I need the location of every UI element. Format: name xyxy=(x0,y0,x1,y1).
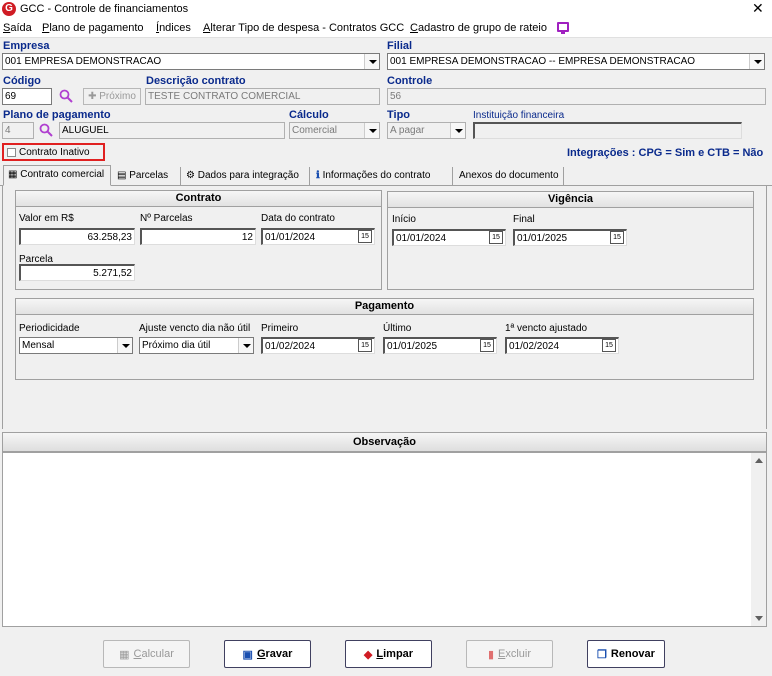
search-icon[interactable] xyxy=(59,89,73,103)
ajuste-label: Ajuste vencto dia não útil xyxy=(139,323,251,334)
observacao-textarea[interactable] xyxy=(2,452,767,627)
window-title: GCC - Controle de financiamentos xyxy=(20,3,189,15)
renovar-button[interactable]: ❐ Renovar xyxy=(587,640,665,668)
search-icon[interactable] xyxy=(39,123,53,137)
chevron-down-icon xyxy=(450,123,465,138)
parcela-input[interactable]: 5.271,52 xyxy=(19,264,135,281)
inativo-label: Contrato Inativo xyxy=(19,147,90,158)
tab-parcelas[interactable]: ▤ Parcelas xyxy=(113,167,181,186)
chevron-down-icon xyxy=(364,123,379,138)
calendar-icon[interactable]: 15 xyxy=(489,231,503,244)
trash-icon: ▮ xyxy=(487,648,495,661)
chevron-down-icon xyxy=(238,338,253,353)
empresa-select[interactable]: 001 EMPRESA DEMONSTRACAO xyxy=(2,53,380,70)
scroll-down-icon[interactable] xyxy=(755,616,763,621)
observacao-scrollbar[interactable] xyxy=(751,453,766,626)
instituicao-label: Instituição financeira xyxy=(473,110,565,121)
calcular-button[interactable]: ▦ Calcular xyxy=(103,640,190,668)
calculo-label: Cálculo xyxy=(289,109,329,121)
codigo-label: Código xyxy=(3,75,41,87)
descricao-label: Descrição contrato xyxy=(146,75,246,87)
contrato-title: Contrato xyxy=(16,191,381,207)
inativo-checkbox[interactable] xyxy=(7,148,16,157)
excluir-button[interactable]: ▮ Excluir xyxy=(466,640,553,668)
final-label: Final xyxy=(513,214,535,225)
gravar-button[interactable]: ▣ Gravar xyxy=(224,640,311,668)
valor-label: Valor em R$ xyxy=(19,213,74,224)
eraser-icon: ◆ xyxy=(363,648,373,661)
inicio-label: Início xyxy=(392,214,416,225)
monitor-icon[interactable] xyxy=(557,22,569,34)
app-logo-icon: G xyxy=(2,2,16,16)
close-icon[interactable]: ✕ xyxy=(752,0,764,16)
limpar-button[interactable]: ◆ Limpar xyxy=(345,640,432,668)
gear-icon: ⚙ xyxy=(186,170,195,181)
menu-alterar-tipo-despesa[interactable]: Alterar Tipo de despesa - Contratos GCC xyxy=(203,22,404,34)
proximo-button[interactable]: ✚ Próximo xyxy=(83,88,141,105)
instituicao-input[interactable] xyxy=(473,122,742,139)
filial-label: Filial xyxy=(387,40,413,52)
menu-saida[interactable]: Saída xyxy=(3,22,32,34)
primeiro-label: Primeiro xyxy=(261,323,299,334)
parcelas-label: Nº Parcelas xyxy=(140,213,193,224)
tab-contrato-comercial[interactable]: ▦ Contrato comercial xyxy=(3,165,111,186)
menu-plano-de-pagamento[interactable]: Plano de pagamento xyxy=(42,22,144,34)
document-icon: ▤ xyxy=(117,170,127,181)
observacao-title: Observação xyxy=(2,432,767,452)
plus-icon: ✚ xyxy=(88,91,100,102)
integracoes-status: Integrações : CPG = Sim e CTB = Não xyxy=(567,147,764,159)
chevron-down-icon xyxy=(364,54,379,69)
menu-indices[interactable]: Índices xyxy=(156,22,191,34)
scroll-up-icon[interactable] xyxy=(755,458,763,463)
data-contrato-label: Data do contrato xyxy=(261,213,335,224)
controle-label: Controle xyxy=(387,75,433,87)
chevron-down-icon xyxy=(749,54,764,69)
vigencia-title: Vigência xyxy=(388,192,753,208)
plano-name-input: ALUGUEL xyxy=(59,122,285,139)
vencto-ajustado-label: 1ª vencto ajustado xyxy=(505,323,588,334)
codigo-input[interactable]: 69 xyxy=(2,88,52,105)
descricao-input[interactable]: TESTE CONTRATO COMERCIAL xyxy=(145,88,380,105)
ajuste-select[interactable]: Próximo dia útil xyxy=(139,337,254,354)
calendar-icon[interactable]: 15 xyxy=(602,339,616,352)
ultimo-label: Último xyxy=(383,323,412,334)
menu-cadastro-grupo-rateio[interactable]: Cadastro de grupo de rateio xyxy=(410,22,547,34)
save-icon: ▣ xyxy=(242,648,253,661)
calendar-icon[interactable]: 15 xyxy=(358,230,372,243)
tab-anexos-documento[interactable]: Anexos do documento xyxy=(455,167,564,186)
calculator-icon: ▦ xyxy=(8,169,18,180)
pagamento-title: Pagamento xyxy=(16,299,753,315)
periodicidade-select[interactable]: Mensal xyxy=(19,337,133,354)
tab-informacoes-contrato[interactable]: ℹ Informações do contrato xyxy=(312,167,453,186)
periodicidade-label: Periodicidade xyxy=(19,323,80,334)
info-icon: ℹ xyxy=(316,170,320,181)
calendar-icon[interactable]: 15 xyxy=(480,339,494,352)
renew-icon: ❐ xyxy=(597,648,607,661)
tab-dados-integracao[interactable]: ⚙ Dados para integração xyxy=(182,167,310,186)
valor-input[interactable]: 63.258,23 xyxy=(19,228,135,245)
filial-select[interactable]: 001 EMPRESA DEMONSTRACAO -- EMPRESA DEMO… xyxy=(387,53,765,70)
tipo-label: Tipo xyxy=(387,109,411,121)
plano-code-input[interactable]: 4 xyxy=(2,122,34,139)
parcelas-input[interactable]: 12 xyxy=(140,228,256,245)
plano-label: Plano de pagamento xyxy=(3,109,111,121)
calendar-icon[interactable]: 15 xyxy=(358,339,372,352)
controle-input: 56 xyxy=(387,88,766,105)
calculo-select[interactable]: Comercial xyxy=(289,122,380,139)
empresa-label: Empresa xyxy=(3,40,50,52)
chevron-down-icon xyxy=(117,338,132,353)
calendar-icon[interactable]: 15 xyxy=(610,231,624,244)
calculator-icon: ▦ xyxy=(119,648,130,661)
tipo-select[interactable]: A pagar xyxy=(387,122,466,139)
